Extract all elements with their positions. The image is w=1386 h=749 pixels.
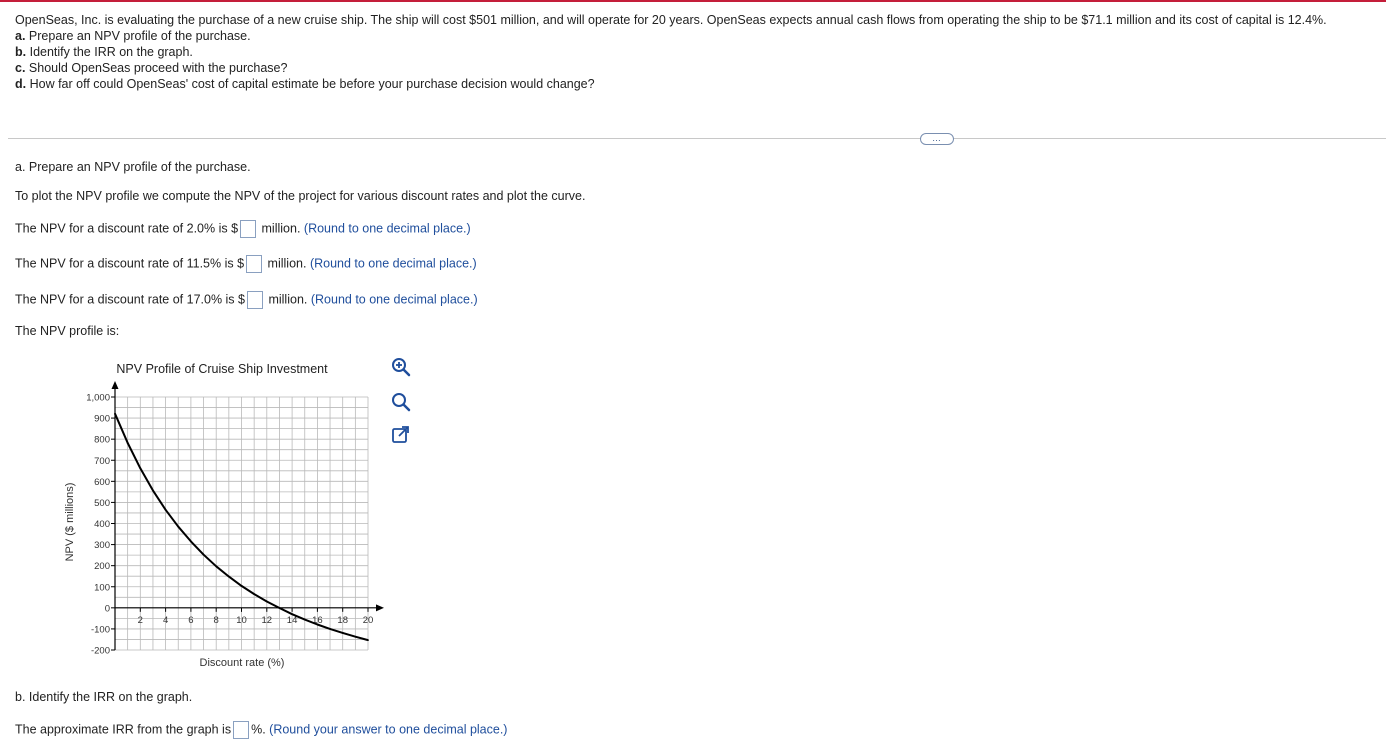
x-tick-label: 4 (163, 615, 168, 626)
x-tick-label: 18 (337, 615, 348, 626)
question-part-c: c. Should OpenSeas proceed with the purc… (15, 61, 288, 75)
npv-row-11-5pct: The NPV for a discount rate of 11.5% is … (15, 255, 477, 273)
y-tick-label: -100 (91, 624, 110, 635)
x-tick-label: 10 (236, 615, 247, 626)
npv-profile-label: The NPV profile is: (15, 324, 120, 338)
x-axis-arrow (376, 604, 384, 612)
x-axis-label: Discount rate (%) (200, 657, 285, 669)
npv-data-point (278, 607, 281, 609)
x-tick-label: 2 (138, 615, 143, 626)
x-tick-label: 12 (262, 615, 273, 626)
question-part-b: b. Identify the IRR on the graph. (15, 45, 193, 59)
npv-data-point (253, 593, 256, 596)
y-axis-ticks: 1,000 900 800 700 600 500 400 300 200 100 0 -100 -20… (86, 393, 115, 657)
npv-data-point (303, 618, 306, 621)
npv-row-2pct: The NPV for a discount rate of 2.0% is $… (15, 220, 471, 238)
zoom-out-icon[interactable] (389, 390, 413, 414)
more-options-button[interactable]: … (920, 133, 954, 145)
npv-data-point (114, 412, 116, 415)
npv-data-point (316, 623, 319, 626)
npv-data-point (152, 489, 154, 492)
part-b-heading: b. Identify the IRR on the graph. (15, 690, 193, 704)
y-tick-label: 200 (94, 561, 110, 572)
npv-data-point (240, 585, 243, 587)
question-part-d: d. How far off could OpenSeas' cost of c… (15, 77, 595, 91)
irr-row: The approximate IRR from the graph is%. … (15, 721, 507, 739)
y-tick-label: 900 (94, 414, 110, 425)
y-tick-label: 300 (94, 540, 110, 551)
question-part-a: a. Prepare an NPV profile of the purchas… (15, 29, 251, 43)
y-tick-label: -200 (91, 646, 110, 657)
section-divider (8, 138, 1386, 139)
npv-data-point (202, 553, 205, 556)
chart-title: NPV Profile of Cruise Ship Investment (116, 362, 328, 376)
chart-grid (114, 396, 369, 651)
npv-data-point (265, 600, 268, 603)
npv-data-point (177, 525, 180, 528)
x-tick-label: 6 (188, 615, 193, 626)
top-accent-bar (0, 0, 1386, 2)
y-tick-label: 400 (94, 519, 110, 530)
part-a-instruction: To plot the NPV profile we compute the N… (15, 189, 586, 203)
npv-data-point (215, 565, 218, 568)
npv-11-5pct-input[interactable] (246, 255, 263, 273)
y-tick-label: 100 (94, 582, 110, 593)
npv-data-point (139, 467, 142, 470)
npv-data-point (329, 628, 331, 630)
npv-data-point (190, 540, 192, 543)
npv-row-17pct: The NPV for a discount rate of 17.0% is … (15, 291, 478, 309)
npv-data-point (367, 639, 369, 641)
y-tick-label: 600 (94, 477, 110, 488)
question-intro: OpenSeas, Inc. is evaluating the purchas… (15, 13, 1327, 27)
y-tick-label: 500 (94, 498, 110, 509)
x-tick-label: 20 (363, 615, 374, 626)
npv-data-point (126, 442, 129, 444)
x-axis-ticks: 2 4 6 8 10 12 14 16 18 20 (138, 607, 374, 626)
y-tick-label: 800 (94, 435, 110, 446)
npv-profile-chart: NPV Profile of Cruise Ship Investment 1,… (64, 362, 384, 669)
y-tick-label: 700 (94, 456, 110, 467)
y-axis-label: NPV ($ millions) (64, 483, 76, 562)
npv-data-point (341, 632, 344, 634)
y-tick-label: 0 (105, 603, 110, 614)
npv-data-point (227, 575, 230, 578)
npv-data-point (164, 508, 167, 511)
question-text: OpenSeas, Inc. is evaluating the purchas… (15, 12, 1327, 92)
zoom-in-icon[interactable] (389, 355, 413, 379)
popout-icon[interactable] (389, 423, 413, 447)
npv-17pct-input[interactable] (246, 291, 263, 309)
part-a-heading: a. Prepare an NPV profile of the purchas… (15, 160, 251, 174)
y-tick-label: 1,000 (86, 393, 110, 404)
npv-data-point (291, 613, 293, 616)
y-axis-arrow (111, 381, 119, 389)
npv-2pct-input[interactable] (240, 220, 257, 238)
x-tick-label: 8 (214, 615, 219, 626)
irr-input[interactable] (233, 721, 250, 739)
npv-data-point (354, 635, 357, 638)
